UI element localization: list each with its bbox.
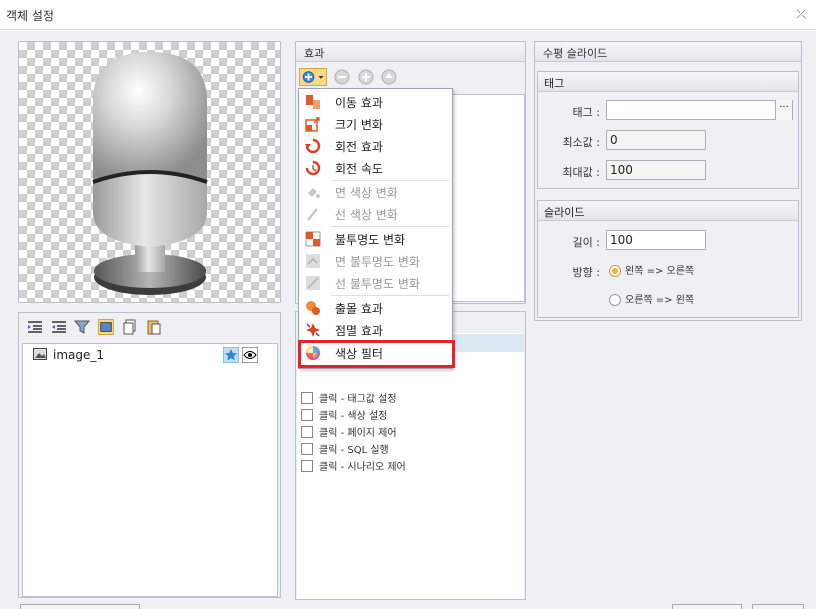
event-item[interactable]: 클릭 - 시나리오 제어	[301, 458, 406, 474]
image-thumbnail-icon	[33, 348, 47, 360]
resize-effect-icon	[305, 117, 320, 132]
indent-icon[interactable]	[27, 319, 43, 335]
copy-icon[interactable]	[122, 319, 138, 335]
menu-item-rotation-speed[interactable]: 회전 속도	[301, 157, 451, 179]
event-item[interactable]: 클릭 - 색상 설정	[301, 407, 387, 423]
effects-list	[453, 94, 525, 302]
event-checkbox[interactable]	[301, 408, 313, 421]
layers-panel: image_1	[18, 312, 281, 598]
layer-list: image_1	[22, 343, 278, 597]
tag-label: 태그 :	[572, 106, 600, 119]
event-item[interactable]: 클릭 - 페이지 제어	[301, 424, 397, 440]
menu-item-line-opacity: 선 불투명도 변화	[301, 272, 451, 294]
layer-name: image_1	[53, 348, 105, 362]
title-bar: 객체 설정 ⤫	[0, 0, 816, 30]
min-label: 최소값 :	[562, 136, 600, 149]
blink-effect-icon	[306, 323, 320, 337]
effect-dropdown-menu: 이동 효과 크기 변화 회전 효과 회전 속도 면 색상 변화 선 색상 변화 …	[298, 88, 453, 369]
filter-icon[interactable]	[74, 319, 90, 335]
menu-item-line-color: 선 색상 변화	[301, 203, 451, 225]
menu-item-opacity[interactable]: 불투명도 변화	[301, 228, 451, 250]
menu-item-fill-color: 면 색상 변화	[301, 181, 451, 203]
direction-left-to-right-radio[interactable]: 왼쪽 => 오른쪽	[609, 262, 694, 277]
color-filter-highlight	[298, 340, 455, 368]
event-checkbox[interactable]	[301, 425, 313, 438]
max-label: 최대값 :	[562, 166, 600, 179]
tag-browse-button[interactable]: ···	[775, 100, 792, 120]
menu-item-resize[interactable]: 크기 변화	[301, 113, 451, 135]
direction-right-to-left-radio[interactable]: 오른쪽 => 왼쪽	[609, 291, 694, 306]
tag-group: 태그 태그 : ··· 최소값 : 0 최대값 : 100	[537, 71, 799, 189]
move-effect-icon	[306, 95, 320, 109]
star-icon[interactable]	[223, 347, 239, 363]
layers-toolbar	[19, 313, 280, 342]
max-value-field[interactable]: 100	[606, 160, 706, 180]
event-checkbox[interactable]	[301, 459, 313, 472]
menu-item-rotate[interactable]: 회전 효과	[301, 135, 451, 157]
image-layer-icon[interactable]	[98, 319, 114, 335]
slider-group: 슬라이드 길이 : 100 방향 : 왼쪽 => 오른쪽 오른쪽 => 왼쪽	[537, 200, 799, 318]
tag-group-title: 태그	[538, 72, 798, 92]
appear-effect-icon	[306, 301, 320, 315]
bottom-button-cancel[interactable]	[752, 604, 804, 609]
layer-row[interactable]: image_1	[33, 347, 273, 363]
effects-panel-title: 효과	[296, 42, 525, 62]
move-up-icon[interactable]	[380, 68, 398, 86]
min-value-field[interactable]: 0	[606, 130, 706, 150]
rotation-speed-icon	[305, 160, 321, 176]
line-opacity-icon	[306, 276, 320, 290]
image-preview	[18, 41, 281, 303]
length-label: 길이 :	[572, 236, 600, 249]
menu-item-move-effect[interactable]: 이동 효과	[301, 91, 451, 113]
bottom-button-ok[interactable]	[672, 604, 742, 609]
move-down-icon[interactable]	[357, 68, 375, 86]
opacity-icon	[305, 231, 321, 247]
microphone-image	[92, 52, 208, 295]
events-list: 클릭 - 태그값 설정 클릭 - 색상 설정 클릭 - 페이지 제어 클릭 - …	[297, 333, 524, 599]
length-input[interactable]: 100	[606, 230, 706, 250]
window-title: 객체 설정	[6, 9, 54, 23]
bottom-button-left[interactable]	[20, 604, 140, 609]
slide-panel-title: 수평 슬라이드	[535, 42, 801, 62]
fill-opacity-icon	[306, 254, 320, 268]
paste-icon[interactable]	[146, 319, 162, 335]
close-icon[interactable]: ⤫	[796, 7, 806, 22]
slide-settings-panel: 수평 슬라이드 태그 태그 : ··· 최소값 : 0 최대값 : 100 슬라…	[534, 41, 802, 321]
outdent-icon[interactable]	[51, 319, 67, 335]
rotate-effect-icon	[305, 138, 321, 154]
menu-item-appear[interactable]: 출몰 효과	[301, 297, 451, 319]
event-checkbox[interactable]	[301, 442, 313, 455]
tag-input[interactable]: ···	[606, 100, 793, 120]
event-item[interactable]: 클릭 - SQL 실행	[301, 441, 389, 457]
add-effect-icon[interactable]	[299, 68, 327, 86]
menu-item-fill-opacity: 면 불투명도 변화	[301, 250, 451, 272]
remove-icon[interactable]	[333, 68, 351, 86]
event-checkbox[interactable]	[301, 391, 313, 404]
menu-item-blink[interactable]: 점멸 효과	[301, 319, 451, 341]
event-item[interactable]: 클릭 - 태그값 설정	[301, 390, 397, 406]
eye-icon[interactable]	[242, 347, 258, 363]
slider-group-title: 슬라이드	[538, 201, 798, 221]
fill-color-icon	[308, 188, 320, 198]
direction-label: 방향 :	[572, 266, 600, 279]
line-color-icon	[307, 208, 318, 221]
